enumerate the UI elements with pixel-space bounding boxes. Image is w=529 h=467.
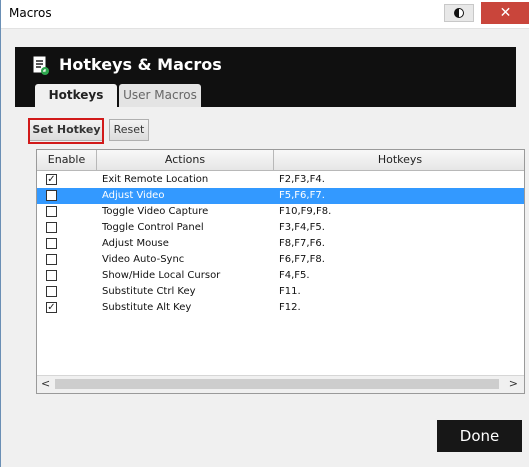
tab-user-macros[interactable]: User Macros	[119, 84, 201, 107]
hotkey-cell: F5,F6,F7.	[279, 190, 325, 201]
hotkey-cell: F2,F3,F4.	[279, 174, 325, 185]
table-row[interactable]: Toggle Video Capture F10,F9,F8.	[37, 204, 524, 220]
reset-button[interactable]: Reset	[109, 119, 149, 141]
table-row[interactable]: Toggle Control Panel F3,F4,F5.	[37, 220, 524, 236]
enable-checkbox[interactable]	[46, 190, 57, 201]
scrollbar-thumb[interactable]	[55, 379, 499, 389]
macro-document-icon	[33, 56, 49, 75]
action-cell: Video Auto-Sync	[102, 254, 185, 265]
column-header-enable[interactable]: Enable	[37, 150, 97, 170]
action-cell: Adjust Mouse	[102, 238, 169, 249]
hotkeys-table: Enable Actions Hotkeys ✓ Exit Remote Loc…	[36, 149, 525, 394]
window-title: Macros	[9, 6, 52, 20]
enable-checkbox[interactable]	[46, 206, 57, 217]
enable-checkbox[interactable]	[46, 254, 57, 265]
enable-checkbox[interactable]	[46, 270, 57, 281]
action-cell: Adjust Video	[102, 190, 165, 201]
table-row[interactable]: Video Auto-Sync F6,F7,F8.	[37, 252, 524, 268]
horizontal-scrollbar[interactable]: < >	[37, 375, 524, 393]
scroll-left-icon[interactable]: <	[41, 377, 50, 390]
close-button[interactable]: ✕	[481, 2, 529, 24]
hotkey-cell: F4,F5.	[279, 270, 310, 281]
column-header-actions[interactable]: Actions	[97, 150, 274, 170]
enable-checkbox[interactable]: ✓	[46, 174, 57, 185]
action-cell: Toggle Control Panel	[102, 222, 204, 233]
hotkey-cell: F8,F7,F6.	[279, 238, 325, 249]
column-header-hotkeys[interactable]: Hotkeys	[274, 150, 524, 170]
title-bar: Macros ✕	[1, 0, 529, 29]
hotkey-cell: F12.	[279, 302, 301, 313]
table-row[interactable]: Substitute Ctrl Key F11.	[37, 284, 524, 300]
action-cell: Substitute Ctrl Key	[102, 286, 196, 297]
action-cell: Show/Hide Local Cursor	[102, 270, 221, 281]
table-row[interactable]: Adjust Mouse F8,F7,F6.	[37, 236, 524, 252]
enable-checkbox[interactable]	[46, 286, 57, 297]
tab-hotkeys[interactable]: Hotkeys	[35, 84, 117, 107]
done-button[interactable]: Done	[437, 420, 522, 452]
enable-checkbox[interactable]	[46, 222, 57, 233]
table-row[interactable]: Adjust Video F5,F6,F7.	[37, 188, 524, 204]
action-cell: Toggle Video Capture	[102, 206, 209, 217]
action-cell: Exit Remote Location	[102, 174, 209, 185]
hotkey-cell: F6,F7,F8.	[279, 254, 325, 265]
header-panel: Hotkeys & Macros Hotkeys User Macros	[15, 47, 516, 107]
table-row[interactable]: Show/Hide Local Cursor F4,F5.	[37, 268, 524, 284]
enable-checkbox[interactable]	[46, 238, 57, 249]
theme-toggle-button[interactable]	[444, 4, 474, 22]
hotkey-cell: F11.	[279, 286, 301, 297]
action-cell: Substitute Alt Key	[102, 302, 192, 313]
hotkey-cell: F10,F9,F8.	[279, 206, 332, 217]
scroll-right-icon[interactable]: >	[509, 377, 518, 390]
header-title: Hotkeys & Macros	[59, 55, 222, 74]
enable-checkbox[interactable]: ✓	[46, 302, 57, 313]
close-icon: ✕	[499, 5, 512, 21]
table-row[interactable]: ✓ Substitute Alt Key F12.	[37, 300, 524, 316]
set-hotkey-highlight	[28, 118, 104, 144]
table-row[interactable]: ✓ Exit Remote Location F2,F3,F4.	[37, 172, 524, 188]
macros-window: Macros ✕ Hotkeys & Macros Hotkeys User M…	[0, 0, 529, 467]
theme-toggle-icon	[454, 8, 464, 18]
hotkey-cell: F3,F4,F5.	[279, 222, 325, 233]
table-header: Enable Actions Hotkeys	[37, 150, 524, 171]
